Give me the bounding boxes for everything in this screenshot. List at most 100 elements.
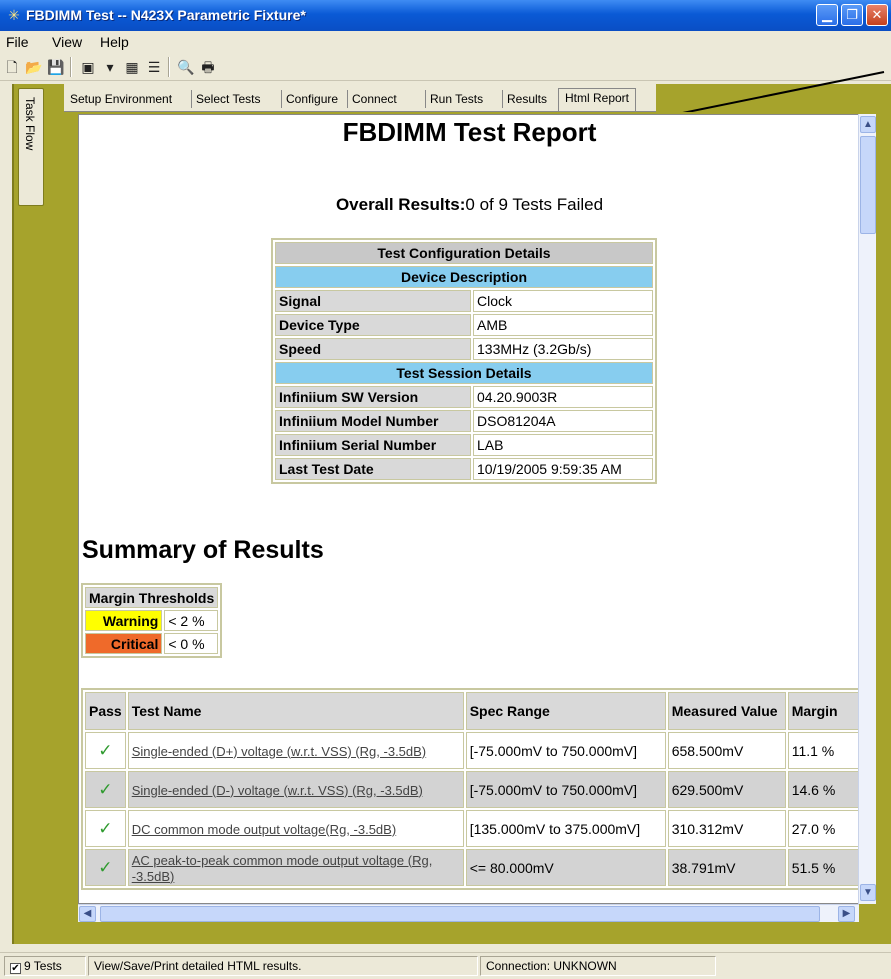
tab-strip-inner: Setup Environment Select Tests Configure… (64, 84, 656, 112)
measured-value: 629.500mV (667, 771, 786, 808)
toolbar-separator (168, 57, 170, 77)
menu-view[interactable]: View (52, 34, 82, 50)
tab-run-tests[interactable]: Run Tests (430, 92, 483, 106)
col-test-name: Test Name (127, 692, 464, 730)
menu-file[interactable]: File (6, 34, 29, 50)
test-configuration-table: Test Configuration Details Device Descri… (271, 238, 657, 484)
toolbar: 🗋 📂 💾 ▣ ▾ ▦ ☰ 🔍 🖶 (0, 53, 891, 81)
scroll-right-icon[interactable]: ▶ (838, 906, 855, 922)
measured-value: 310.312mV (667, 810, 786, 847)
config-label: Speed (275, 338, 471, 360)
config-row: Speed 133MHz (3.2Gb/s) (275, 338, 653, 360)
test-name-link[interactable]: DC common mode output voltage(Rg, -3.5dB… (132, 822, 396, 837)
tab-strip: Setup Environment Select Tests Configure… (64, 84, 891, 112)
margin-value: 11.1 % (787, 732, 858, 769)
scroll-down-icon[interactable]: ▼ (860, 884, 876, 901)
app-icon: ✳ (8, 7, 20, 23)
col-margin: Margin (787, 692, 858, 730)
tests-status-pane[interactable]: ✔ 9 Tests (4, 956, 86, 976)
config-row: Device Type AMB (275, 314, 653, 336)
print-icon[interactable]: 🖶 (198, 57, 218, 77)
save-icon[interactable]: 💾 (46, 57, 66, 77)
table-row: ✓ DC common mode output voltage(Rg, -3.5… (85, 810, 858, 847)
maximize-button[interactable]: ❐ (841, 4, 863, 26)
new-icon[interactable]: 🗋 (2, 57, 22, 77)
config-value: 04.20.9003R (473, 386, 653, 408)
config-label: Device Type (275, 314, 471, 336)
spec-range: [-75.000mV to 750.000mV] (465, 732, 666, 769)
config-label: Infiniium Model Number (275, 410, 471, 432)
horizontal-scrollbar[interactable]: ◀ ▶ (78, 904, 859, 922)
app-window: ✳ FBDIMM Test -- N423X Parametric Fixtur… (0, 0, 891, 979)
tab-connect[interactable]: Connect (352, 92, 397, 106)
horizontal-scroll-thumb[interactable] (100, 906, 820, 922)
menu-help[interactable]: Help (100, 34, 129, 50)
config-value: 10/19/2005 9:59:35 AM (473, 458, 653, 480)
margin-value: 27.0 % (787, 810, 858, 847)
connection-status: Connection: UNKNOWN (480, 956, 716, 976)
close-button[interactable]: ✕ (866, 4, 888, 26)
config-header: Test Configuration Details (275, 242, 653, 264)
report-frame: FBDIMM Test Report Overall Results:0 of … (64, 112, 891, 944)
list-icon[interactable]: ☰ (144, 57, 164, 77)
properties-icon[interactable]: ▣ (78, 57, 98, 77)
print-preview-icon[interactable]: 🔍 (176, 57, 196, 77)
pass-check-icon: ✓ (85, 849, 126, 886)
test-name-link[interactable]: Single-ended (D-) voltage (w.r.t. VSS) (… (132, 783, 423, 798)
open-icon[interactable]: 📂 (24, 57, 44, 77)
warning-value: < 2 % (164, 610, 219, 631)
table-row: ✓ AC peak-to-peak common mode output vol… (85, 849, 858, 886)
config-value: Clock (473, 290, 653, 312)
tab-configure[interactable]: Configure (286, 92, 338, 106)
critical-value: < 0 % (164, 633, 219, 654)
device-description-header: Device Description (275, 266, 653, 288)
pass-check-icon: ✓ (85, 810, 126, 847)
table-row: ✓ Single-ended (D-) voltage (w.r.t. VSS)… (85, 771, 858, 808)
config-label: Signal (275, 290, 471, 312)
tab-divider (425, 90, 426, 108)
config-value: 133MHz (3.2Gb/s) (473, 338, 653, 360)
config-row: Infiniium Serial Number LAB (275, 434, 653, 456)
config-value: AMB (473, 314, 653, 336)
minimize-button[interactable]: ▁ (816, 4, 838, 26)
config-row: Infiniium SW Version 04.20.9003R (275, 386, 653, 408)
measured-value: 38.791mV (667, 849, 786, 886)
title-bar: ✳ FBDIMM Test -- N423X Parametric Fixtur… (0, 0, 891, 31)
task-flow-tab[interactable]: Task Flow (18, 88, 44, 206)
critical-label: Critical (85, 633, 163, 654)
results-table: Pass Test Name Spec Range Measured Value… (81, 688, 858, 890)
scroll-up-icon[interactable]: ▲ (860, 116, 876, 133)
margin-value: 14.6 % (787, 771, 858, 808)
spec-range: [-75.000mV to 750.000mV] (465, 771, 666, 808)
test-name-link[interactable]: Single-ended (D+) voltage (w.r.t. VSS) (… (132, 744, 426, 759)
tab-divider (347, 90, 348, 108)
summary-title: Summary of Results (82, 536, 324, 564)
window-title: FBDIMM Test -- N423X Parametric Fixture* (26, 7, 306, 23)
margin-thresholds-table: Margin Thresholds Warning < 2 % Critical… (81, 583, 223, 658)
tab-setup-environment[interactable]: Setup Environment (70, 92, 172, 106)
overall-results: Overall Results:0 of 9 Tests Failed (79, 195, 858, 215)
tab-divider (191, 90, 192, 108)
vertical-scrollbar[interactable]: ▲ ▼ (858, 114, 876, 904)
tab-select-tests[interactable]: Select Tests (196, 92, 260, 106)
filter-icon[interactable]: ▾ (100, 57, 120, 77)
tests-count: 9 Tests (24, 959, 62, 973)
tab-results[interactable]: Results (507, 92, 547, 106)
task-flow-band (12, 84, 64, 944)
spec-range: <= 80.000mV (465, 849, 666, 886)
measured-value: 658.500mV (667, 732, 786, 769)
margin-value: 51.5 % (787, 849, 858, 886)
test-name-link[interactable]: AC peak-to-peak common mode output volta… (132, 853, 433, 884)
tests-icon[interactable]: ▦ (122, 57, 142, 77)
col-pass: Pass (85, 692, 126, 730)
config-row: Infiniium Model Number DSO81204A (275, 410, 653, 432)
vertical-scroll-thumb[interactable] (860, 136, 876, 234)
margin-thresholds-header: Margin Thresholds (85, 587, 219, 608)
spec-range: [135.000mV to 375.000mV] (465, 810, 666, 847)
tab-html-report[interactable]: Html Report (558, 88, 637, 111)
tests-checkbox[interactable]: ✔ (10, 963, 21, 974)
menu-bar: File View Help (0, 31, 891, 53)
scroll-left-icon[interactable]: ◀ (79, 906, 96, 922)
pass-check-icon: ✓ (85, 771, 126, 808)
task-flow-label: Task Flow (23, 97, 37, 151)
